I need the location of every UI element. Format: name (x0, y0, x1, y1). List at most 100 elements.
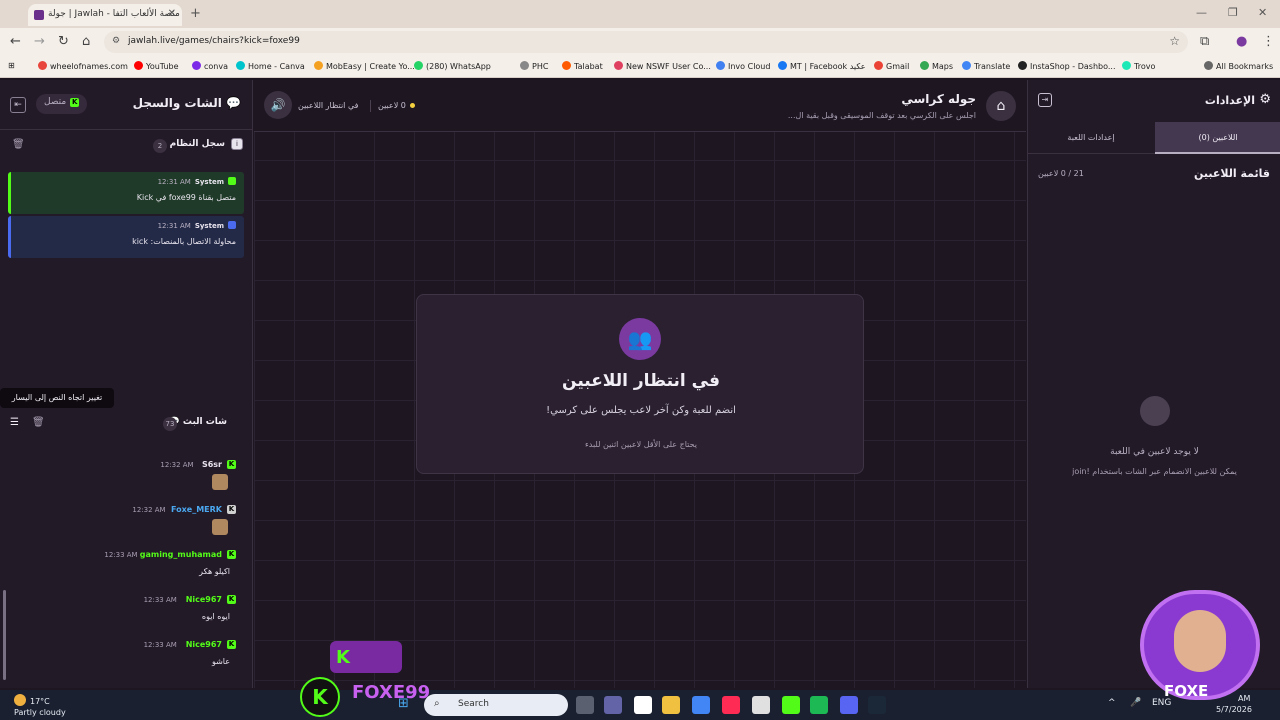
chat-username[interactable]: Nice967 (186, 595, 222, 604)
bookmark-star-icon[interactable]: ☆ (1169, 34, 1180, 48)
browser-tabbar: جولة | Jawlah - منصة الألعاب التفا ✕ + —… (0, 0, 1280, 28)
bookmark-item[interactable]: wheelofnames.com (38, 61, 128, 71)
empty-user-icon (1140, 396, 1170, 426)
reload-icon[interactable]: ↻ (58, 34, 69, 49)
new-tab-icon[interactable]: + (190, 6, 201, 21)
minimize-icon[interactable]: — (1196, 6, 1207, 19)
bookmark-item[interactable]: InstaShop - Dashbo... (1018, 61, 1116, 71)
bookmark-item[interactable]: Invo Cloud (716, 61, 770, 71)
chat-username[interactable]: Foxe_MERK (171, 505, 222, 514)
clock-time[interactable]: AM (1238, 694, 1250, 703)
bookmark-item[interactable]: (280) WhatsApp (414, 61, 491, 71)
apps-icon[interactable]: ⊞ (8, 61, 15, 70)
taskbar-search[interactable]: ⌕ Search (424, 694, 568, 716)
profile-icon[interactable]: ● (1236, 34, 1247, 49)
clear-log-trash-icon[interactable]: 🗑 (12, 139, 25, 150)
bookmark-label: PHC (532, 62, 549, 71)
tab-players[interactable]: اللاعبين (0) (1155, 122, 1280, 154)
info-icon: i (231, 138, 243, 150)
taskbar-app-icon[interactable] (782, 696, 800, 714)
bookmark-item[interactable]: Maps (920, 61, 953, 71)
chat-username[interactable]: S6sr (202, 460, 222, 469)
text-direction-icon[interactable]: ☰ (10, 417, 19, 428)
taskbar-app-icon[interactable] (722, 696, 740, 714)
bookmark-item[interactable]: Talabat (562, 61, 603, 71)
chat-log-panel: 💬 الشات والسجل Kمتصل ⇤ i سجل النظام 2 🗑 … (0, 80, 253, 688)
bookmark-item[interactable]: conva (192, 61, 228, 71)
close-window-icon[interactable]: ✕ (1258, 6, 1267, 19)
home-icon[interactable]: ⌂ (986, 91, 1016, 121)
taskbar-app-icon[interactable] (810, 696, 828, 714)
bookmark-item[interactable]: Translate (962, 61, 1010, 71)
bookmark-label: InstaShop - Dashbo... (1030, 62, 1116, 71)
url-field[interactable]: ⚙ jawlah.live/games/chairs?kick=foxe99 ☆ (104, 31, 1188, 53)
bookmark-label: Gmail (886, 62, 910, 71)
taskbar-app-icon[interactable] (634, 696, 652, 714)
text-direction-tooltip: تغيير اتجاه النص إلى اليسار (0, 388, 114, 408)
live-chat-title: 💬 شات البث (169, 417, 227, 427)
bookmark-item[interactable]: Home - Canva (236, 61, 305, 71)
kick-icon: K (70, 98, 80, 107)
bookmark-item[interactable]: MobEasy | Create Yo... (314, 61, 415, 71)
tab-title: جولة | Jawlah - منصة الألعاب التفا (48, 9, 180, 19)
weather-widget[interactable]: 17°C Partly cloudy (14, 694, 66, 718)
tray-chevron-icon[interactable]: ^ (1108, 698, 1116, 708)
bookmark-favicon-icon (520, 61, 529, 70)
kick-user-badge-icon: K (227, 505, 236, 514)
close-tab-icon[interactable]: ✕ (168, 8, 176, 19)
bookmark-item[interactable]: All Bookmarks (1204, 61, 1273, 71)
players-group-icon: 👥 (619, 318, 661, 360)
system-badge-icon (228, 221, 236, 229)
bookmark-item[interactable]: PHC (520, 61, 548, 71)
collapse-panel-icon[interactable]: ⇤ (10, 97, 26, 113)
app-root: 💬 الشات والسجل Kمتصل ⇤ i سجل النظام 2 🗑 … (0, 80, 1280, 690)
site-info-icon[interactable]: ⚙ (112, 36, 120, 46)
bookmark-favicon-icon (874, 61, 883, 70)
bookmark-item[interactable]: MT | Facebook عكيد (778, 61, 866, 71)
home-browser-icon[interactable]: ⌂ (82, 34, 90, 49)
chat-message: Kgaming_muhamad 12:33 AM اكيلو هكر (0, 550, 246, 590)
bookmark-item[interactable]: Trovo (1122, 61, 1155, 71)
bookmark-item[interactable]: Gmail (874, 61, 909, 71)
collapse-settings-icon[interactable]: ⇥ (1038, 93, 1052, 107)
waiting-card: 👥 في انتظار اللاعبين انضم للعبة وكن آخر … (416, 294, 864, 474)
bookmark-item[interactable]: YouTube (134, 61, 179, 71)
game-title: جوله كراسي (901, 92, 976, 106)
clear-chat-trash-icon[interactable]: 🗑 (32, 417, 45, 428)
chat-username[interactable]: gaming_muhamad (140, 550, 222, 559)
log-meta: 12:31 AM System (158, 177, 236, 186)
tab-game-settings[interactable]: إعدادات اللعبة (1028, 122, 1154, 154)
mic-icon[interactable]: 🎤 (1130, 698, 1141, 708)
sound-icon[interactable]: 🔊 (264, 91, 292, 119)
taskbar-app-icon[interactable] (840, 696, 858, 714)
chat-scrollbar[interactable] (3, 590, 6, 680)
clock-date[interactable]: 5/7/2026 (1216, 705, 1252, 714)
taskbar-app-icon[interactable] (576, 696, 594, 714)
taskbar-app-icon[interactable] (752, 696, 770, 714)
taskbar-app-icon[interactable] (868, 696, 886, 714)
back-icon[interactable]: ← (10, 34, 21, 49)
system-log-title: سجل النظام (169, 139, 225, 149)
chat-message: K Nice967 12:33 AM ايوه ايوه (0, 595, 246, 635)
extensions-icon[interactable]: ⧉ (1200, 34, 1209, 49)
player-list-title: قائمة اللاعبين (1194, 167, 1270, 180)
chat-panel-header: 💬 الشات والسجل Kمتصل ⇤ (0, 80, 253, 130)
taskbar-app-icon[interactable] (692, 696, 710, 714)
taskbar-app-icon[interactable] (604, 696, 622, 714)
menu-icon[interactable]: ⋮ (1262, 34, 1275, 49)
forward-icon[interactable]: → (34, 34, 45, 49)
waiting-title: في انتظار اللاعبين (562, 371, 720, 391)
log-text: محاولة الاتصال بالمنصات: kick (132, 237, 236, 246)
browser-tab[interactable]: جولة | Jawlah - منصة الألعاب التفا ✕ (28, 4, 182, 26)
system-badge-icon (228, 177, 236, 185)
bookmark-favicon-icon (314, 61, 323, 70)
chat-emote (212, 519, 228, 535)
bookmark-item[interactable]: New NSWF User Co... (614, 61, 711, 71)
maximize-icon[interactable]: ❐ (1228, 6, 1238, 19)
chat-message: K S6sr 12:32 AM (0, 460, 246, 500)
log-sender: System (194, 178, 224, 186)
chat-username[interactable]: Nice967 (186, 640, 222, 649)
taskbar-app-icon[interactable] (662, 696, 680, 714)
kick-user-badge-icon: K (227, 640, 236, 649)
bookmark-favicon-icon (614, 61, 623, 70)
